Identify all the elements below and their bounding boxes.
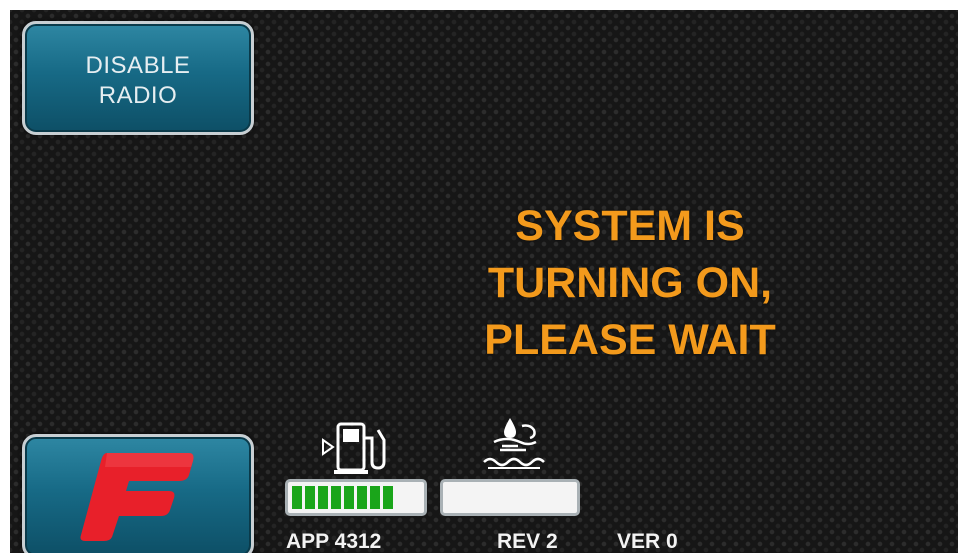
status-message: SYSTEM IS TURNING ON, PLEASE WAIT — [400, 198, 860, 369]
def-fluid-icon — [483, 418, 545, 469]
fuel-level-fill — [292, 486, 394, 509]
brand-logo-button[interactable] — [22, 434, 254, 553]
def-level-bar — [440, 479, 580, 516]
disable-radio-label: DISABLE RADIO — [25, 51, 251, 111]
fuel-level-bar — [285, 479, 427, 516]
brand-f-logo-icon — [80, 453, 194, 541]
display-screen: DISABLE RADIO SYSTEM IS TURNING ON, PLEA… — [10, 10, 958, 553]
disable-radio-button[interactable]: DISABLE RADIO — [22, 21, 254, 135]
version-label: VER 0 — [617, 530, 678, 553]
fuel-pump-icon — [322, 422, 386, 474]
app-version-label: APP 4312 — [286, 530, 382, 553]
disable-radio-label-line1: DISABLE — [85, 52, 191, 79]
status-message-line1: SYSTEM IS — [515, 202, 745, 250]
status-message-line3: PLEASE WAIT — [484, 316, 776, 364]
disable-radio-label-line2: RADIO — [98, 82, 178, 109]
revision-label: REV 2 — [497, 530, 558, 553]
status-message-line2: TURNING ON, — [487, 259, 773, 307]
